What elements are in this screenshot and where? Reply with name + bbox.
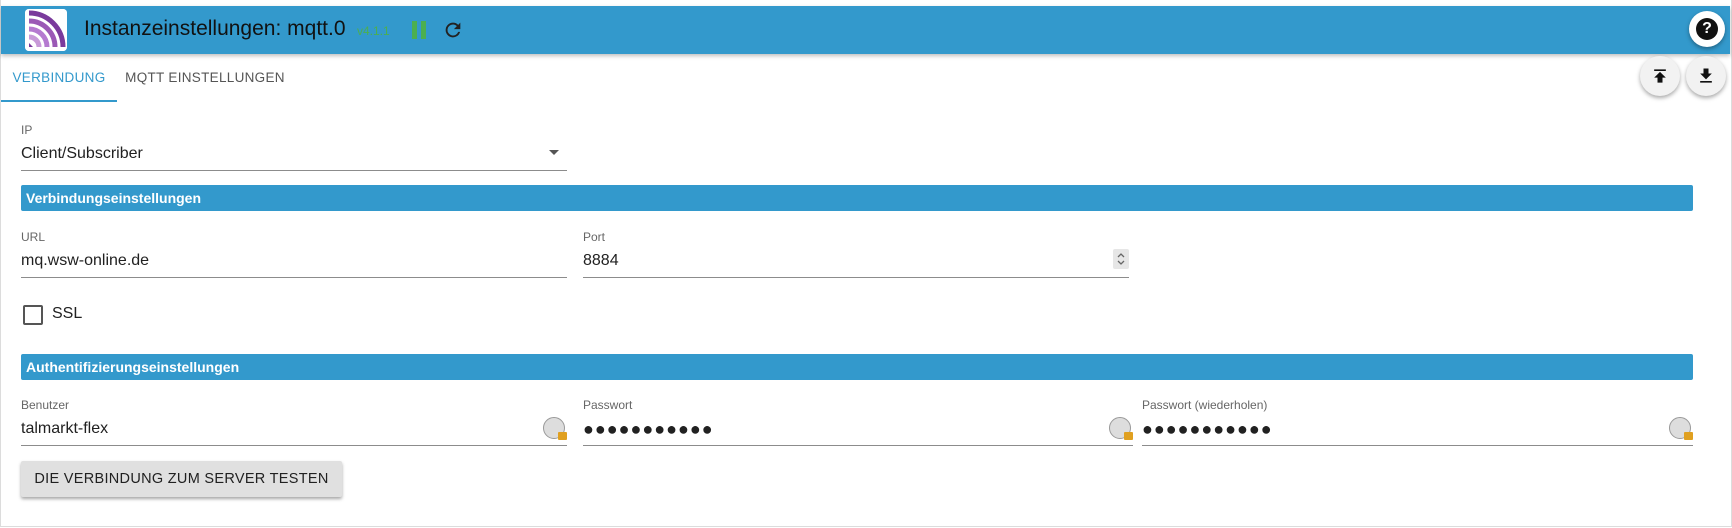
ip-label: IP [21,123,33,137]
port-field[interactable]: Port 8884 [583,230,1129,278]
chevron-down-icon [549,150,559,155]
url-field[interactable]: URL mq.wsw-online.de [21,230,567,278]
download-icon [1700,68,1712,83]
reload-icon[interactable] [442,19,464,41]
test-connection-button[interactable]: DIE VERBINDUNG ZUM SERVER TESTEN [21,461,342,497]
password-repeat-value: ●●●●●●●●●●● [1142,413,1693,446]
password-repeat-text: ●●●●●●●●●●● [1142,419,1273,439]
password-label: Passwort [583,398,633,412]
port-number: 8884 [583,252,619,269]
ip-select[interactable]: IP Client/Subscriber [21,123,567,171]
port-stepper[interactable] [1113,249,1129,269]
page-title: Instanzeinstellungen: mqtt.0 [84,17,346,40]
password-field[interactable]: Passwort ●●●●●●●●●●● [583,398,1133,446]
download-button[interactable] [1686,56,1726,96]
password-repeat-label: Passwort (wiederholen) [1142,398,1268,412]
user-field[interactable]: Benutzer talmarkt-flex [21,398,567,446]
user-text: talmarkt-flex [21,420,109,437]
ssl-label: SSL [52,305,83,322]
password-repeat-field[interactable]: Passwort (wiederholen) ●●●●●●●●●●● [1142,398,1693,446]
lock-icon[interactable] [1109,417,1133,440]
port-label: Port [583,230,606,244]
password-value: ●●●●●●●●●●● [583,413,1133,446]
lock-icon[interactable] [543,417,567,440]
upload-icon [1654,69,1666,83]
help-icon: ? [1696,18,1718,40]
tab-mqtt-einstellungen[interactable]: MQTT EINSTELLUNGEN [117,54,293,102]
user-value: talmarkt-flex [21,413,567,446]
tab-label: VERBINDUNG [12,70,106,85]
version-label: v4.1.1 [357,24,390,38]
header-bar: Instanzeinstellungen: mqtt.0 v4.1.1 ? [1,6,1730,54]
tab-label: MQTT EINSTELLUNGEN [125,70,285,85]
ip-value: Client/Subscriber [21,138,567,171]
upload-button[interactable] [1640,56,1680,96]
section-auth-header: Authentifizierungseinstellungen [21,354,1693,380]
mqtt-logo-icon [25,9,67,51]
section-connection-header: Verbindungseinstellungen [21,185,1693,211]
tab-indicator [1,100,117,102]
pause-icon[interactable] [411,21,427,39]
url-value: mq.wsw-online.de [21,245,567,278]
url-label: URL [21,230,46,244]
tab-verbindung[interactable]: VERBINDUNG [1,54,117,102]
ssl-checkbox[interactable] [23,305,43,325]
help-button[interactable]: ? [1689,11,1725,47]
port-value: 8884 [583,245,1129,278]
lock-icon[interactable] [1669,417,1693,440]
user-label: Benutzer [21,398,70,412]
password-text: ●●●●●●●●●●● [583,419,714,439]
